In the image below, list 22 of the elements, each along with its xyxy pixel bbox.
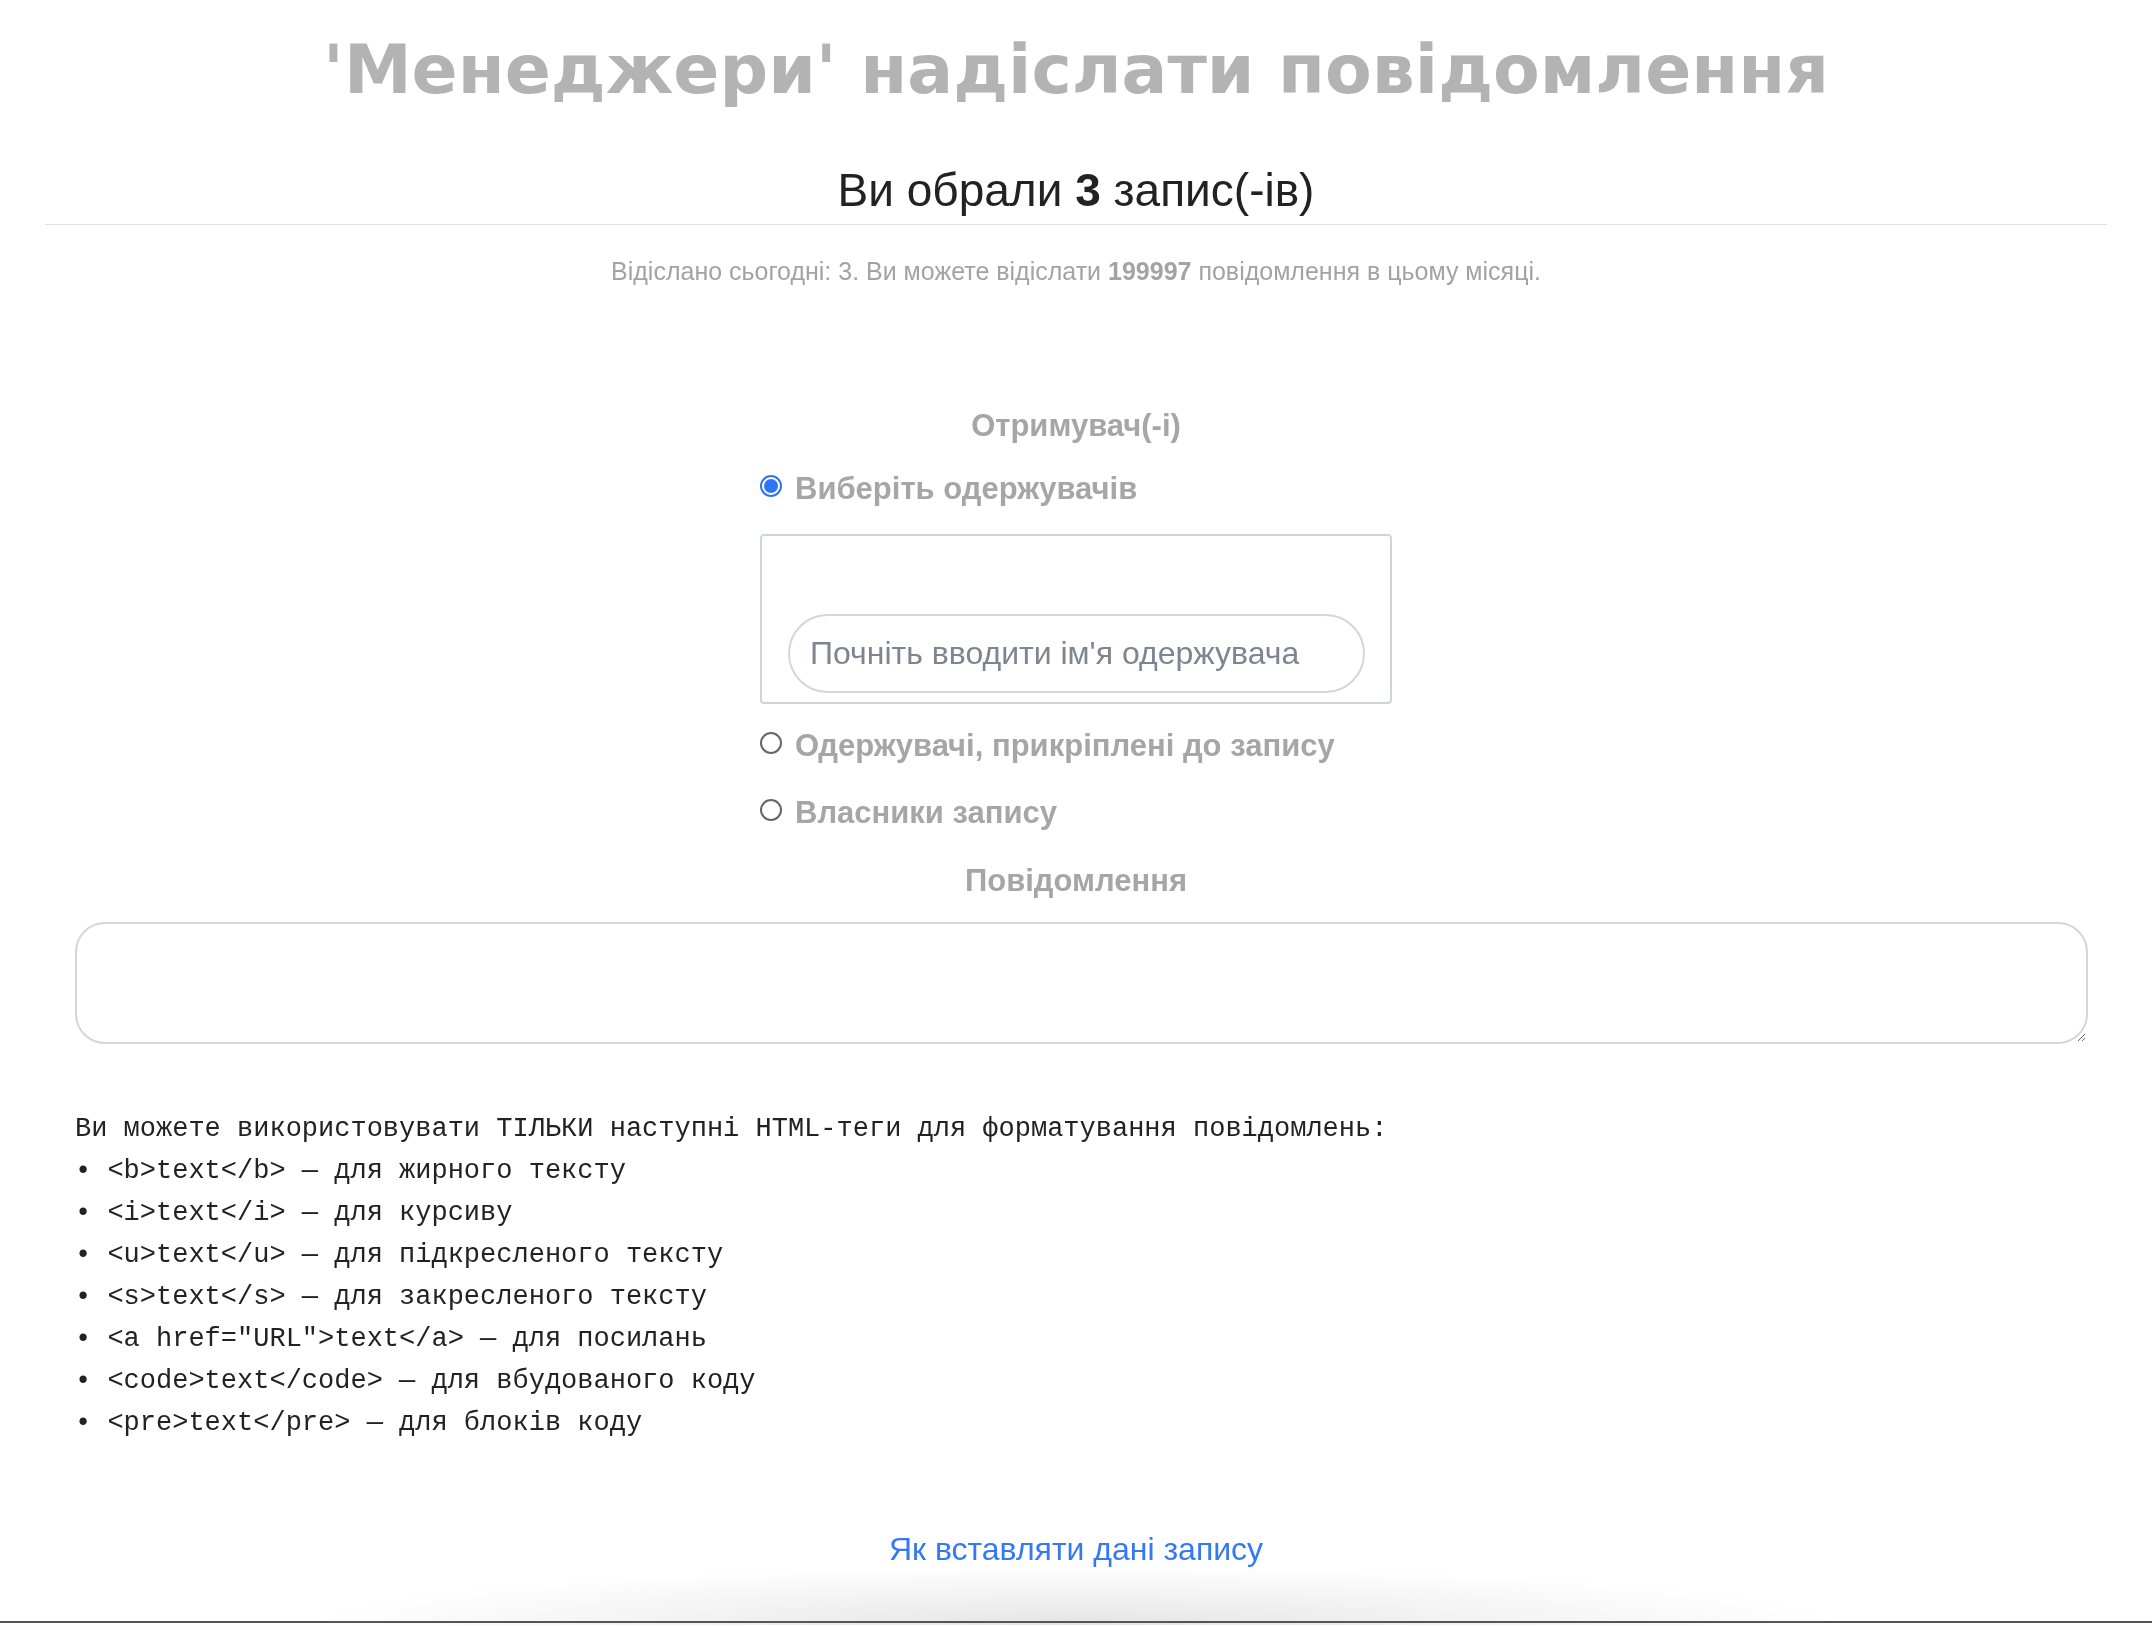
radio-label[interactable]: Одержувачі, прикріплені до запису <box>795 726 1335 766</box>
recipient-search-field[interactable]: Почніть вводити ім'я одержувача <box>788 614 1365 693</box>
formatting-rule: • <pre>text</pre> — для блоків коду <box>75 1407 643 1440</box>
page-title: 'Менеджери' надіслати повідомлення <box>322 29 1830 111</box>
formatting-rule: • <a href="URL">text</a> — для посилань <box>75 1323 707 1356</box>
formatting-intro: Ви можете використовувати ТІЛЬКИ наступні HTML-теги для форматування повідомлень: <box>75 1113 1388 1146</box>
radio-button[interactable] <box>760 799 782 821</box>
radio-label[interactable]: Виберіть одержувачів <box>795 469 1138 509</box>
radio-button[interactable] <box>760 475 782 497</box>
formatting-rule: • <b>text</b> — для жирного тексту <box>75 1155 626 1188</box>
recipients-label: Отримувач(-і) <box>970 407 1182 445</box>
message-field[interactable] <box>75 922 2088 1044</box>
formatting-rule: • <u>text</u> — для підкресленого тексту <box>75 1239 724 1272</box>
radio-button[interactable] <box>760 732 782 754</box>
message-label: Повідомлення <box>963 862 1189 900</box>
quota-info: Відіслано сьогодні: 3. Ви можете відіслати 199997 повідомлення в цьому місяці. <box>610 256 1542 287</box>
formatting-rule: • <s>text</s> — для закресленого тексту <box>75 1281 707 1314</box>
help-link[interactable]: Як вставляти дані запису <box>888 1529 1264 1569</box>
formatting-rule: • <i>text</i> — для курсиву <box>75 1197 513 1230</box>
formatting-rule: • <code>text</code> — для вбудованого коду <box>75 1365 756 1398</box>
radio-label[interactable]: Власники запису <box>795 793 1058 833</box>
selection-summary: Ви обрали 3 запис(-ів) <box>836 163 1316 218</box>
